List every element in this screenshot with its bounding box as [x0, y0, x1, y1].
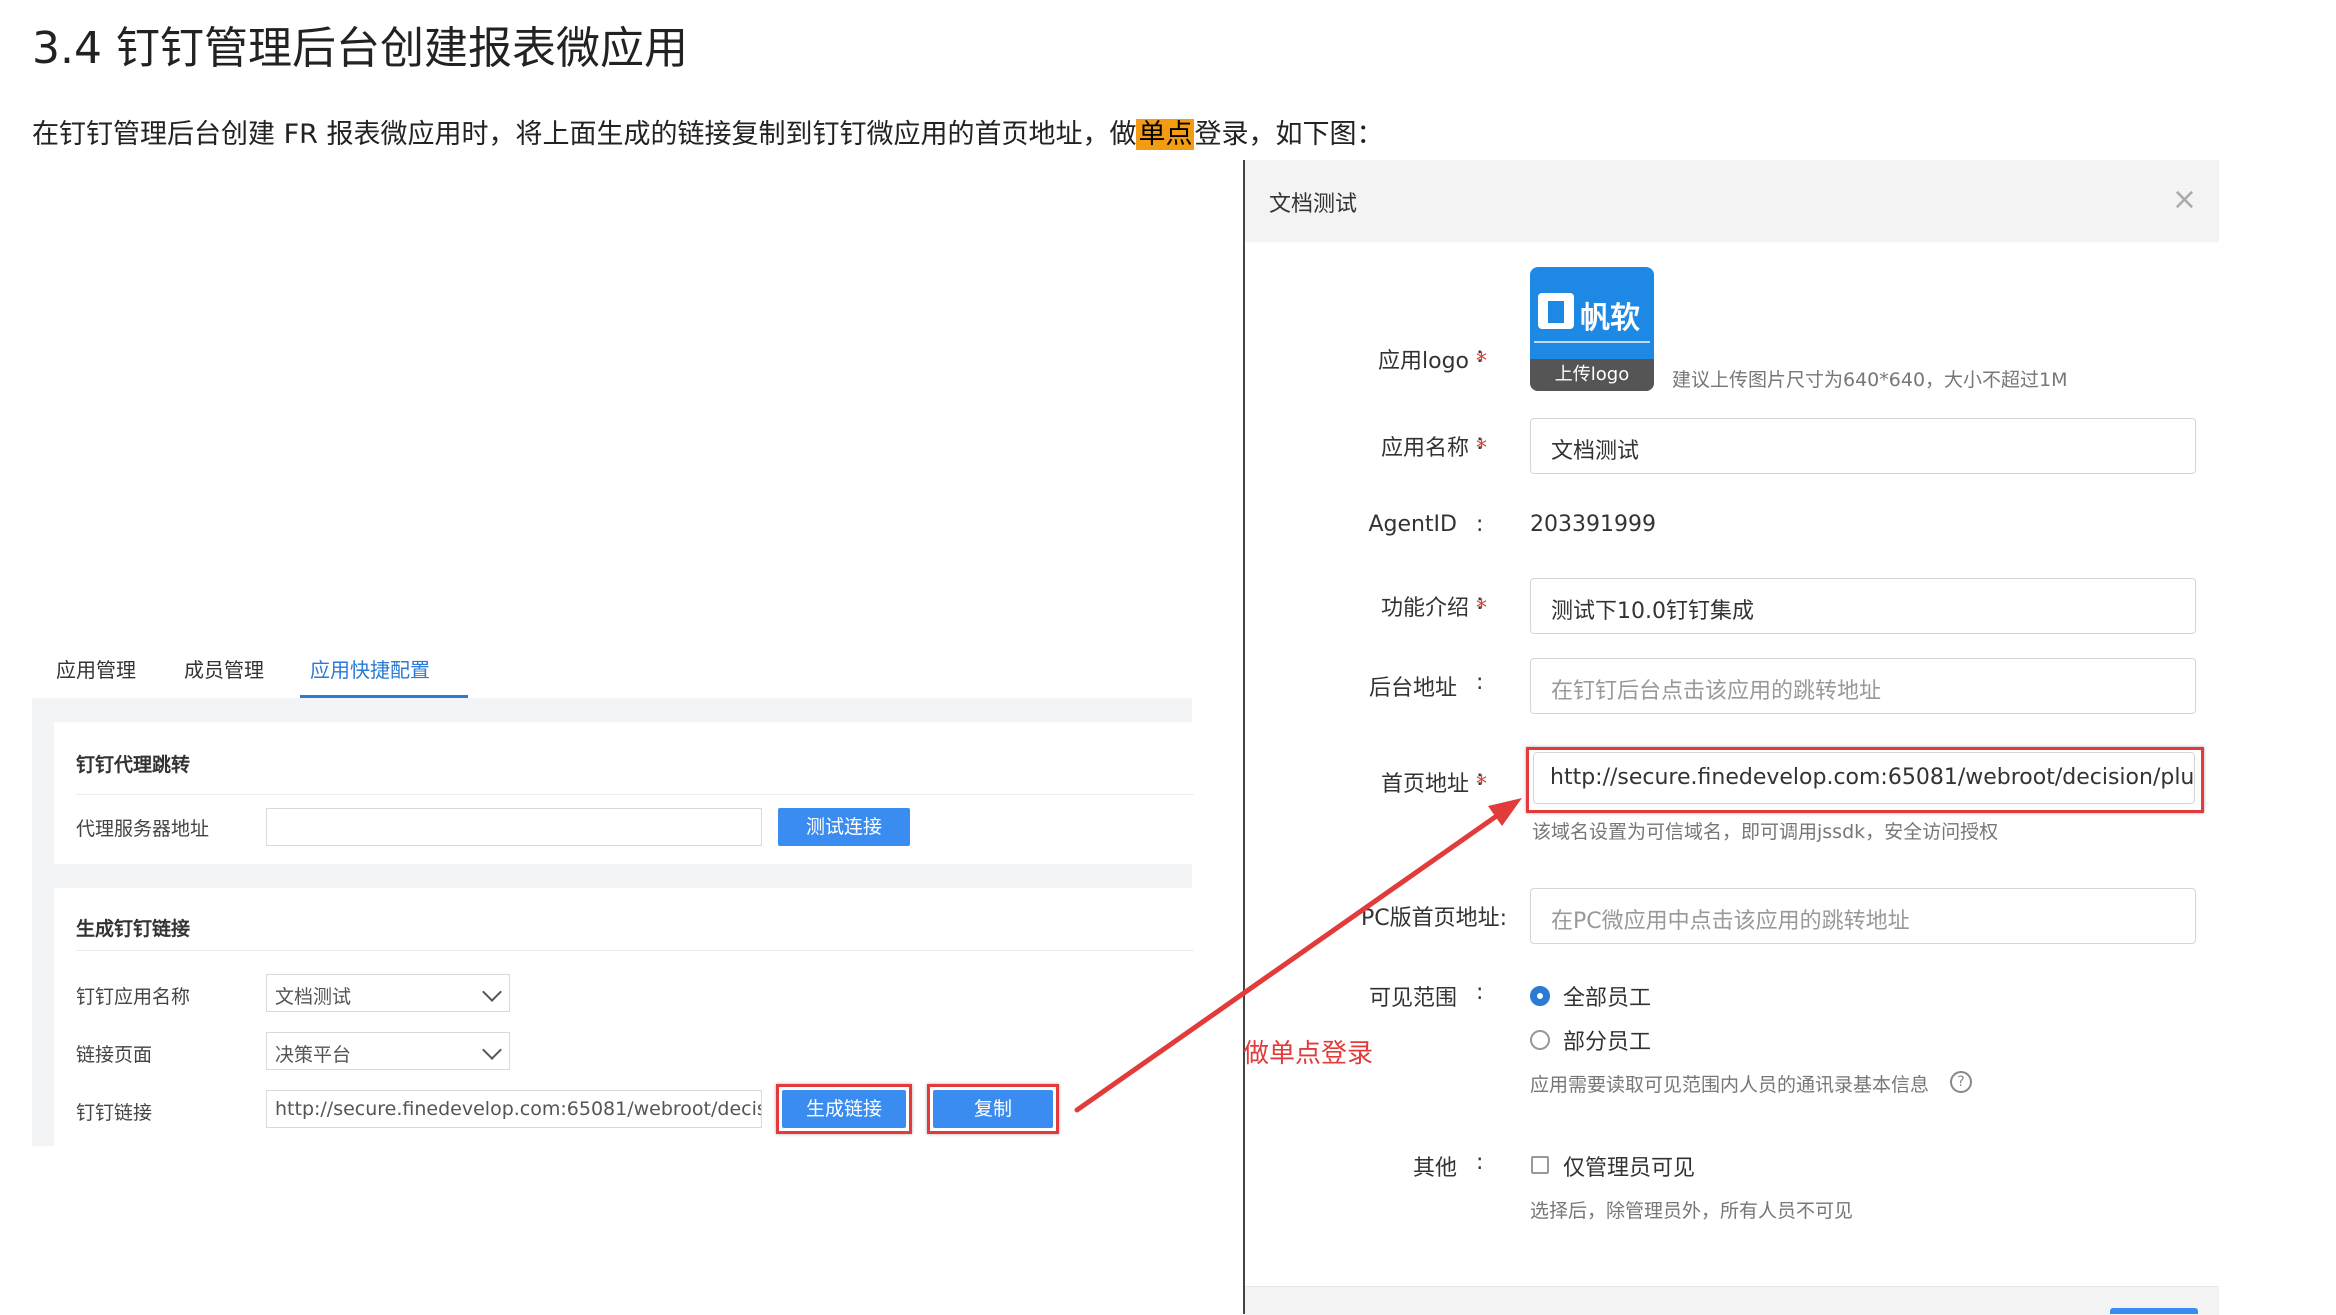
arrow-head [1488, 798, 1522, 826]
annotation-arrow [1074, 798, 1522, 1113]
annotation-label: 做单点登录 [1243, 1039, 1374, 1069]
